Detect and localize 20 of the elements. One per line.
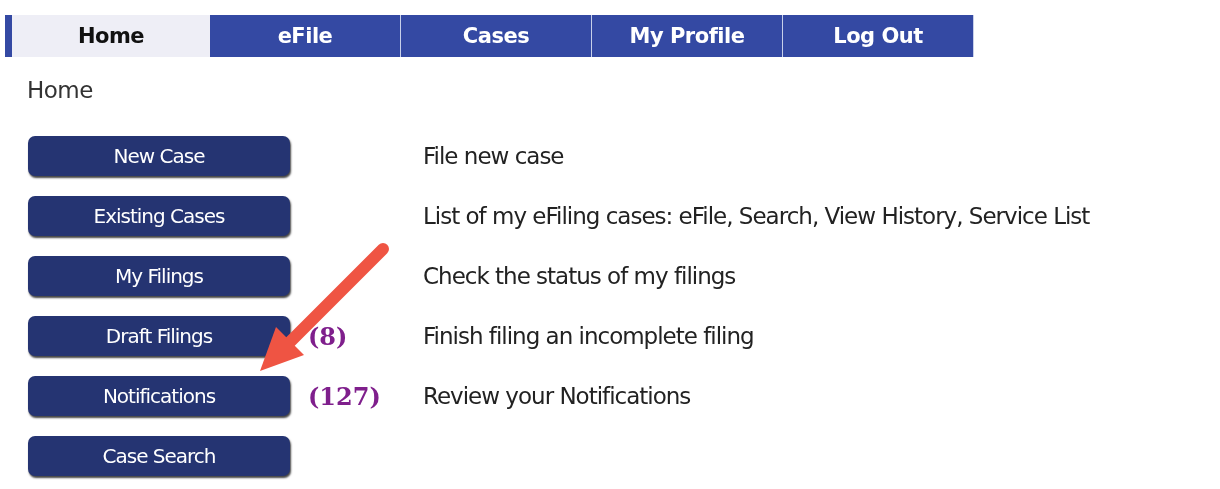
breadcrumb: Home [27, 77, 94, 103]
action-button[interactable]: Existing Cases [28, 196, 290, 236]
action-button[interactable]: Case Search [28, 436, 290, 476]
action-button[interactable]: Notifications [28, 376, 290, 416]
nav-tab[interactable]: Cases [401, 15, 592, 57]
action-description: Check the status of my filings [423, 263, 736, 289]
nav-tab[interactable]: eFile [210, 15, 401, 57]
nav-tab[interactable]: Home [12, 15, 210, 57]
nav-tab[interactable]: Log Out [783, 15, 974, 57]
nav-bar-edge [5, 15, 12, 57]
action-description: List of my eFiling cases: eFile, Search, View History, Service List [423, 203, 1090, 229]
action-description: Finish filing an incomplete filing [423, 323, 754, 349]
action-button[interactable]: My Filings [28, 256, 290, 296]
action-button[interactable]: New Case [28, 136, 290, 176]
item-count: (8) [307, 321, 349, 351]
action-description: Review your Notifications [423, 383, 691, 409]
nav-tab[interactable]: My Profile [592, 15, 783, 57]
item-count: (127) [307, 381, 382, 411]
action-button[interactable]: Draft Filings [28, 316, 290, 356]
action-description: File new case [423, 143, 564, 169]
